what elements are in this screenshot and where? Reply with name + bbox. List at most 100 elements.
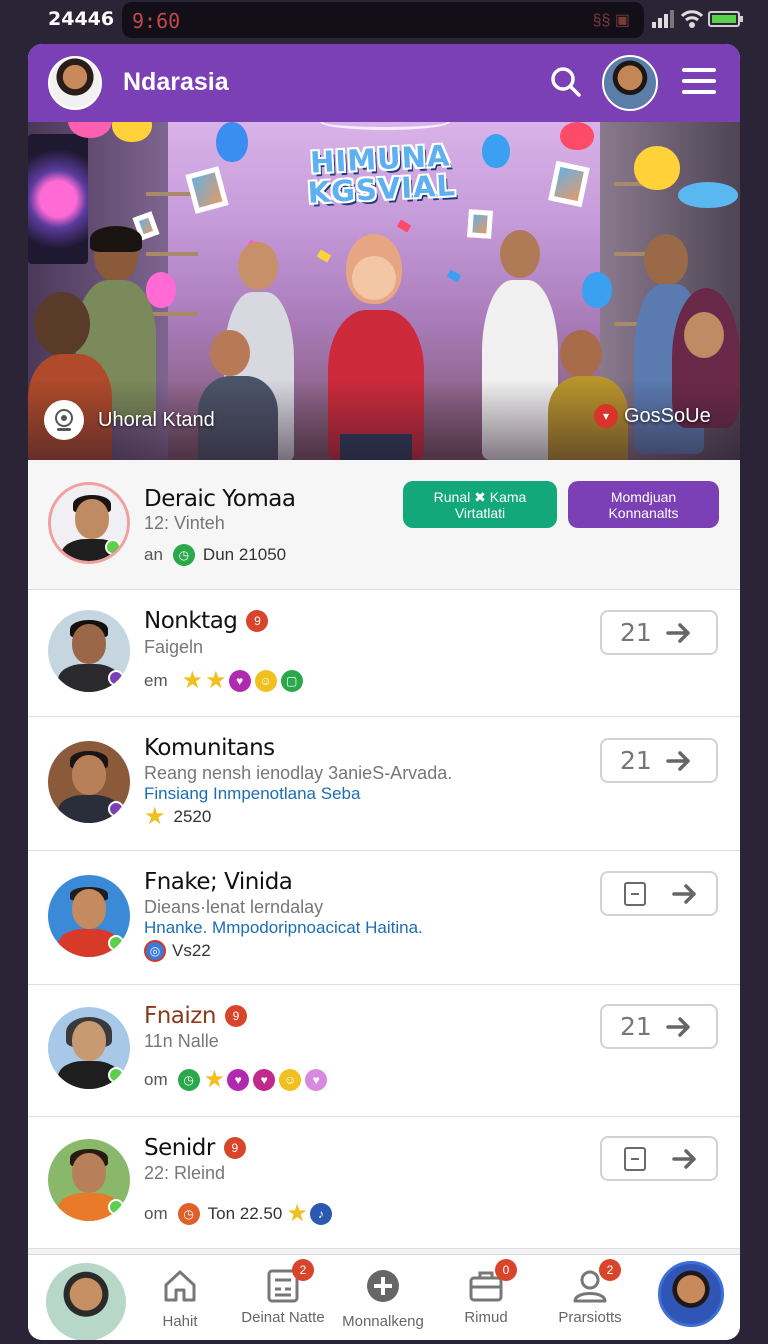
globe-icon: ◎	[144, 940, 166, 962]
list-item[interactable]: Fnaizn 9 11n Nalle om ◷ ★ ♥ ♥ ☺ ♥ 21	[28, 985, 740, 1117]
row-subtitle: 12: Vinteh	[144, 513, 225, 533]
action-pill[interactable]: 21	[600, 738, 718, 783]
action-pill[interactable]: 21	[600, 610, 718, 655]
hero-image[interactable]: HIMUNA KGSVIAL Uhoral Ktand ▾ GosSoUe	[28, 122, 740, 460]
featured-row[interactable]: Deraic Yomaa 12: Vinteh an ◷ Dun 21050 R…	[28, 460, 740, 590]
tab-briefcase[interactable]: 0 Rimud	[456, 1259, 517, 1326]
row-subtitle: Faigeln	[144, 637, 204, 657]
battery-icon	[708, 11, 743, 27]
hero-banner: HIMUNA KGSVIAL	[306, 138, 457, 210]
clock-icon: ◷	[172, 544, 195, 566]
hamburger-menu-icon[interactable]	[682, 68, 716, 98]
row-name: Fnake; Vinida	[144, 869, 293, 895]
arrow-right-icon	[666, 750, 690, 771]
row-subtitle: 22: Rleind	[144, 1163, 226, 1183]
home-icon	[164, 1270, 196, 1302]
search-icon[interactable]	[548, 64, 584, 100]
clock-icon: ◷	[177, 1069, 200, 1091]
top-app-bar: Ndarasia	[28, 44, 740, 122]
notch-time: 9:60	[132, 9, 181, 33]
row-meta: an ◷ Dun 21050	[144, 544, 287, 566]
row-name: Fnaizn 9	[144, 1003, 247, 1029]
notch-icons: §§ ▣	[592, 12, 630, 29]
arrow-right-icon	[666, 622, 690, 643]
balloon	[582, 272, 612, 308]
action-pill[interactable]	[600, 871, 718, 916]
user-avatar[interactable]	[46, 1263, 126, 1340]
row-subtitle: Reang nensh ienodlay 3anieS-Arvada.	[144, 763, 453, 783]
message-button[interactable]: Momdjuan Konnanalts	[568, 481, 719, 528]
tab-home[interactable]: Hahit	[150, 1267, 210, 1330]
heart-icon: ♥	[227, 1069, 250, 1091]
app-title: Ndarasia	[123, 68, 229, 96]
list-item[interactable]: Nonktag 9 Faigeln em ★ ★ ♥ ☺ ▢ 21	[28, 590, 740, 717]
balloon	[216, 122, 248, 162]
notification-badge: 2	[599, 1259, 621, 1281]
heart-icon: ♥	[253, 1069, 276, 1091]
row-meta: om ◷ Ton 22.50 ★ ♪	[144, 1200, 336, 1227]
star-icon: ★	[205, 667, 227, 694]
join-button[interactable]: Runal ✖ Kama Virtatlati	[403, 481, 557, 528]
notification-badge: 9	[246, 610, 269, 632]
notification-badge: 0	[495, 1259, 517, 1281]
balloon	[560, 122, 594, 150]
star-icon: ★	[286, 1200, 308, 1227]
tab-profile[interactable]: 2 Prarsiotts	[550, 1259, 630, 1326]
avatar	[48, 1007, 130, 1089]
bottom-tab-bar: Hahit 2 Deinat Natte Monnalkeng 0 Rimud …	[28, 1254, 740, 1340]
row-link[interactable]: Hnanke. Mmpodoripnoacicat Haitina.	[144, 918, 423, 938]
notch: 9:60 §§ ▣	[122, 2, 644, 38]
signal-icon	[652, 10, 674, 28]
balloon	[482, 134, 510, 168]
row-meta: em ★ ★ ♥ ☺ ▢	[144, 667, 307, 694]
star-icon: ★	[144, 803, 166, 830]
row-name: Senidr 9	[144, 1135, 246, 1161]
balloon	[634, 146, 680, 190]
avatar	[48, 1139, 130, 1221]
floating-photo	[185, 166, 229, 214]
list-item[interactable]: Fnake; Vinida Dieans·lenat lerndalay Hna…	[28, 851, 740, 985]
avatar	[48, 875, 130, 957]
tab-calculator[interactable]: 2 Deinat Natte	[238, 1259, 328, 1326]
row-subtitle: Dieans·lenat lerndalay	[144, 897, 324, 917]
minus-box-icon	[624, 881, 646, 906]
row-name: Komunitans	[144, 735, 275, 761]
star-icon: ★	[203, 1066, 226, 1093]
ceiling-lamp	[320, 122, 450, 130]
arrow-right-icon	[666, 1016, 690, 1037]
avatar	[48, 610, 130, 692]
wifi-icon	[680, 10, 704, 28]
row-meta: ★ 2520	[144, 803, 212, 830]
app-window: Ndarasia HIMUNA KGSVIAL Uhoral Ktand ▾ G…	[28, 44, 740, 1340]
tab-add[interactable]: Monnalkeng	[338, 1267, 428, 1330]
action-pill[interactable]: 21	[600, 1004, 718, 1049]
chat-icon: ▢	[280, 670, 303, 692]
balloon	[146, 272, 176, 308]
star-icon: ★	[181, 667, 204, 694]
user-avatar[interactable]	[48, 56, 102, 110]
list-item[interactable]: Senidr 9 22: Rleind om ◷ Ton 22.50 ★ ♪	[28, 1117, 740, 1249]
row-name: Nonktag 9	[144, 608, 269, 634]
avatar	[48, 482, 130, 564]
notification-badge: 9	[223, 1137, 246, 1159]
floating-photo	[467, 209, 493, 239]
webcam-icon[interactable]	[44, 400, 84, 440]
row-link[interactable]: Finsiang Inmpenotlana Seba	[144, 784, 360, 804]
arrow-right-icon	[672, 1148, 696, 1169]
community-list: Deraic Yomaa 12: Vinteh an ◷ Dun 21050 R…	[28, 460, 740, 1249]
tv-screen	[28, 134, 88, 264]
hero-caption-right: ▾ GosSoUe	[594, 404, 711, 428]
notification-badge: 9	[224, 1005, 247, 1027]
profile-avatar[interactable]	[602, 55, 658, 111]
status-time: 24446	[48, 8, 115, 30]
active-profile-avatar[interactable]	[658, 1261, 724, 1327]
action-pill[interactable]	[600, 1136, 718, 1181]
list-item[interactable]: Komunitans Reang nensh ienodlay 3anieS-A…	[28, 717, 740, 851]
row-meta: om ◷ ★ ♥ ♥ ☺ ♥	[144, 1066, 331, 1093]
floating-photo	[548, 160, 590, 208]
minus-box-icon	[624, 1146, 646, 1171]
hero-caption-left: Uhoral Ktand	[44, 394, 215, 446]
avatar	[48, 741, 130, 823]
row-name: Deraic Yomaa	[144, 486, 296, 512]
balloon	[678, 182, 738, 208]
